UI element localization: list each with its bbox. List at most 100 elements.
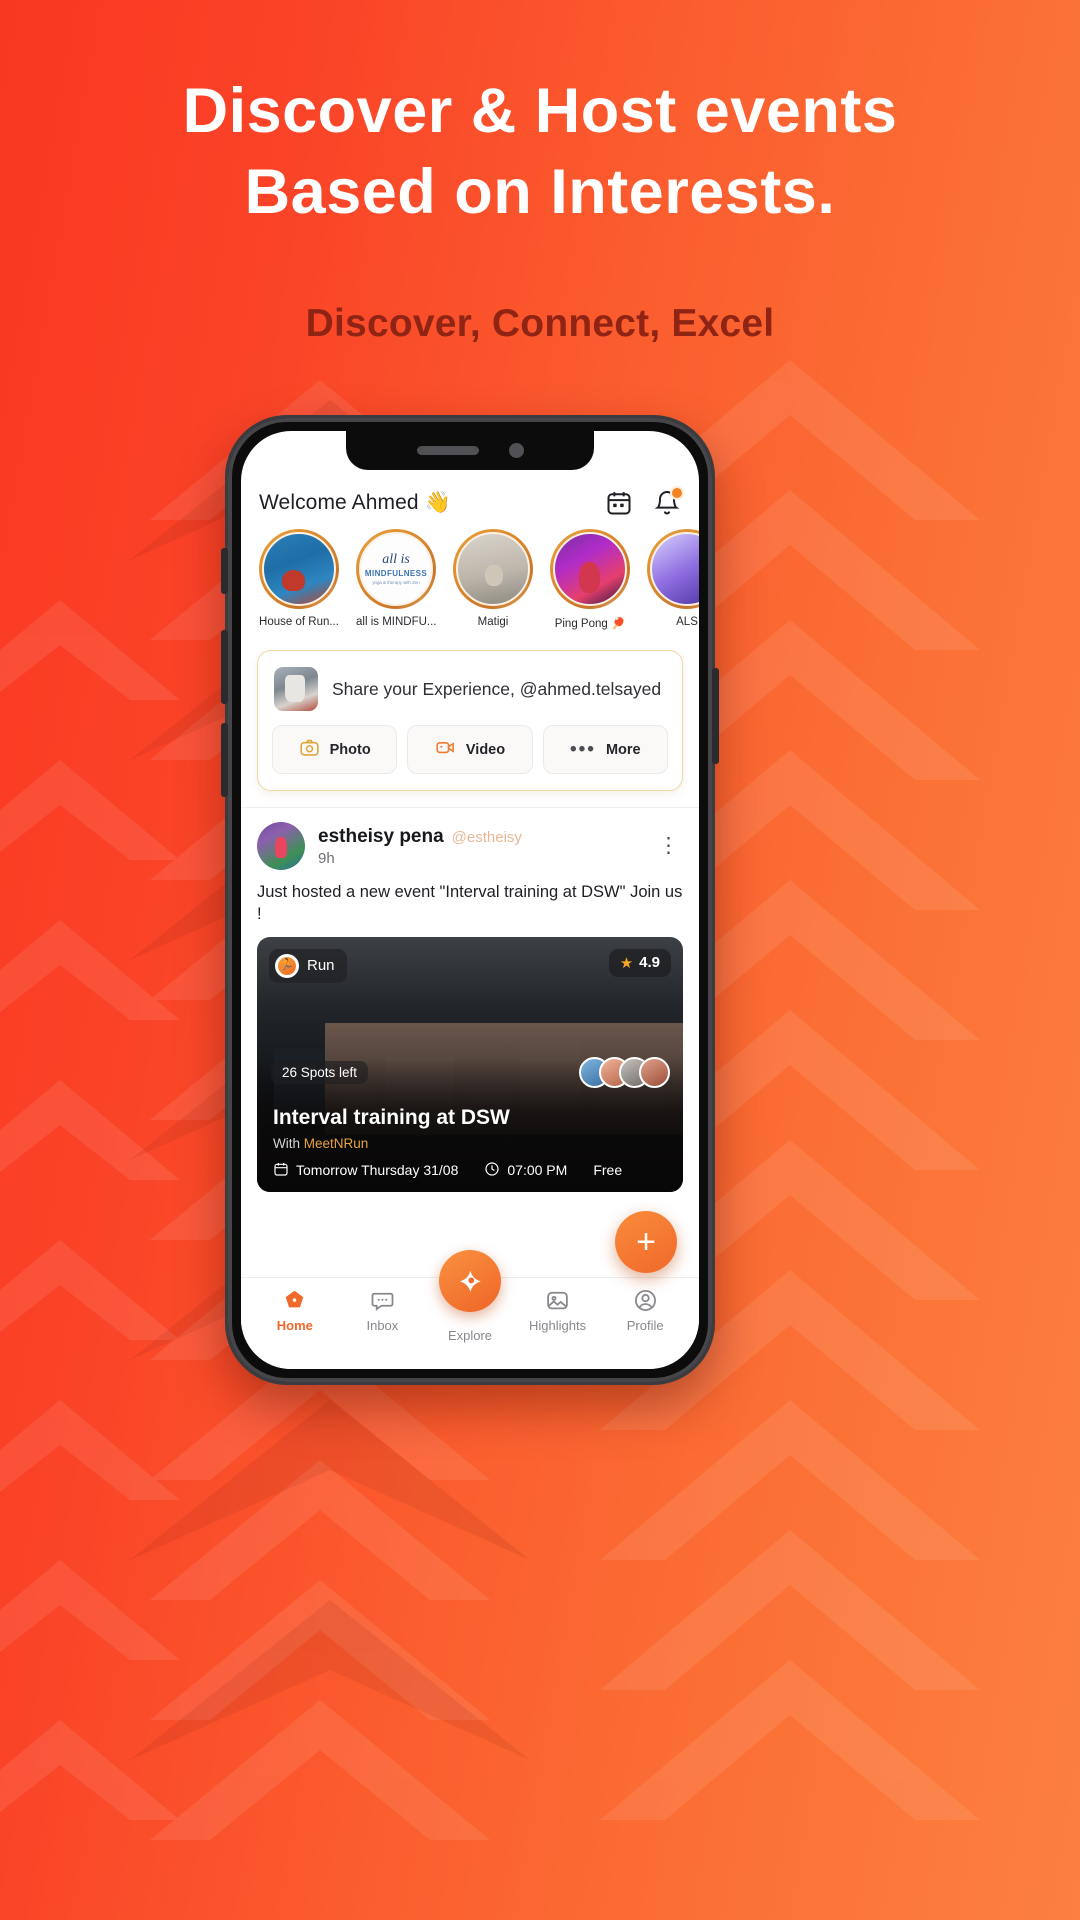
composer-card: Share your Experience, @ahmed.telsayed P… <box>257 650 683 791</box>
kebab-menu-icon[interactable]: ⋮ <box>654 835 683 855</box>
clock-icon <box>484 1161 500 1180</box>
mindfulness-logo-line3: yoga & therapy with Zen <box>372 580 420 585</box>
tab-explore-label: Explore <box>447 1328 493 1343</box>
front-camera <box>508 443 524 458</box>
story-label: ALS <box>676 616 698 628</box>
runner-icon: 🏃 <box>275 953 299 978</box>
tab-inbox[interactable]: Inbox <box>339 1288 427 1343</box>
event-rating-badge: ★ 4.9 <box>608 948 671 977</box>
matigi-avatar <box>456 532 530 606</box>
phone-mute-switch <box>221 548 228 594</box>
event-rating-value: 4.9 <box>639 954 660 972</box>
post-author-row: estheisy pena @estheisy <box>318 826 641 848</box>
stories-row[interactable]: House of Run... all is MINDFULNESS yoga … <box>241 523 699 640</box>
event-time: 07:00 PM <box>484 1161 567 1180</box>
story-ring <box>647 529 699 609</box>
bell-icon[interactable] <box>653 486 684 517</box>
event-details: Interval training at DSW With MeetNRun T… <box>273 1106 667 1180</box>
story-label: Matigi <box>477 616 509 628</box>
composer-prompt-row[interactable]: Share your Experience, @ahmed.telsayed <box>258 651 682 725</box>
mindfulness-logo-line2: MINDFULNESS <box>364 569 428 578</box>
headline-line-1: Discover & Host events <box>182 76 898 146</box>
phone-volume-up-button <box>221 630 228 704</box>
event-time-label: 07:00 PM <box>507 1162 568 1179</box>
story-ring <box>259 529 339 609</box>
tab-profile[interactable]: Profile <box>601 1288 689 1343</box>
story-item[interactable]: all is MINDFULNESS yoga & therapy with Z… <box>356 529 437 630</box>
video-label: Video <box>465 741 506 758</box>
promo-copy: Discover & Host events Based on Interest… <box>0 80 1080 346</box>
bottom-navigation: Home Inbox Explore Highlights Profile <box>241 1250 699 1369</box>
als-avatar <box>650 532 699 606</box>
app-header: Welcome Ahmed 👋 <box>241 477 699 523</box>
event-organizer-row: With MeetNRun <box>273 1136 667 1151</box>
tab-highlights[interactable]: Highlights <box>514 1288 602 1343</box>
post-author-handle[interactable]: @estheisy <box>452 829 522 846</box>
story-item[interactable]: ALS <box>647 529 699 630</box>
event-date-label: Tomorrow Thursday 31/08 <box>296 1162 459 1179</box>
story-item[interactable]: Matigi <box>453 529 533 630</box>
event-category-badge: 🏃 Run <box>269 948 347 983</box>
photo-label: Photo <box>329 741 371 758</box>
tab-highlights-label: Highlights <box>529 1318 587 1333</box>
post-timestamp: 9h <box>318 849 335 867</box>
composer-placeholder: Share your Experience, @ahmed.telsayed <box>332 678 662 699</box>
phone-notch <box>346 431 594 470</box>
more-button[interactable]: ••• More <box>542 725 668 774</box>
story-item[interactable]: House of Run... <box>259 529 339 630</box>
composer-section: Share your Experience, @ahmed.telsayed P… <box>241 640 699 807</box>
avatar[interactable] <box>257 822 305 870</box>
tab-profile-label: Profile <box>626 1318 664 1333</box>
event-organizer-name[interactable]: MeetNRun <box>304 1136 369 1151</box>
notification-badge <box>670 486 684 500</box>
story-ring <box>550 529 630 609</box>
story-label: Ping Pong 🏓 <box>554 618 626 630</box>
page-title: Discover & Host events Based on Interest… <box>0 80 1080 224</box>
calendar-icon[interactable] <box>605 489 633 517</box>
all-is-mindfulness-avatar: all is MINDFULNESS yoga & therapy with Z… <box>359 532 433 606</box>
create-button[interactable]: + <box>615 1211 677 1273</box>
post-header: estheisy pena @estheisy 9h ⋮ <box>257 822 683 870</box>
story-label: all is MINDFU... <box>356 616 437 628</box>
post-body: Just hosted a new event "Interval traini… <box>257 883 683 923</box>
event-meta-row: Tomorrow Thursday 31/08 07:00 PM Free <box>273 1161 667 1180</box>
phone-power-button <box>712 668 719 764</box>
story-item[interactable]: Ping Pong 🏓 <box>550 529 630 630</box>
photo-button[interactable]: Photo <box>272 725 398 774</box>
promo-subtitle: Discover, Connect, Excel <box>305 302 775 345</box>
mindfulness-logo-line1: all is <box>382 552 410 567</box>
video-icon <box>435 737 456 762</box>
event-date: Tomorrow Thursday 31/08 <box>273 1161 458 1180</box>
post-author-name[interactable]: estheisy pena <box>318 826 444 848</box>
more-label: More <box>605 741 641 758</box>
post-author-block: estheisy pena @estheisy 9h <box>318 826 641 867</box>
story-label: House of Run... <box>259 616 339 628</box>
welcome-greeting: Welcome Ahmed 👋 <box>259 491 451 514</box>
event-spots-badge: 26 Spots left <box>271 1060 369 1084</box>
camera-icon <box>299 737 320 762</box>
earpiece-speaker <box>416 446 479 455</box>
app-top-section: Welcome Ahmed 👋 House of Run... all is M… <box>241 431 699 807</box>
avatar <box>639 1056 670 1088</box>
phone-volume-down-button <box>221 723 228 797</box>
video-button[interactable]: Video <box>407 725 533 774</box>
compass-icon[interactable] <box>439 1250 501 1312</box>
event-category-label: Run <box>307 957 335 975</box>
story-ring <box>453 529 533 609</box>
phone-mockup: Welcome Ahmed 👋 House of Run... all is M… <box>221 415 719 1385</box>
story-ring: all is MINDFULNESS yoga & therapy with Z… <box>356 529 436 609</box>
app-header-actions <box>605 486 684 517</box>
feed-post: estheisy pena @estheisy 9h ⋮ Just hosted… <box>241 807 699 1192</box>
tab-home[interactable]: Home <box>251 1288 339 1343</box>
avatar <box>274 667 318 711</box>
star-icon: ★ <box>619 954 634 972</box>
event-attendee-avatars[interactable] <box>579 1056 670 1088</box>
phone-screen: Welcome Ahmed 👋 House of Run... all is M… <box>241 431 699 1369</box>
ellipsis-icon: ••• <box>570 738 596 760</box>
house-of-run-avatar <box>262 532 336 606</box>
event-title: Interval training at DSW <box>273 1105 510 1129</box>
tab-inbox-label: Inbox <box>366 1318 399 1333</box>
tab-home-label: Home <box>276 1318 313 1333</box>
composer-actions: Photo Video ••• More <box>258 725 682 790</box>
event-card[interactable]: 🏃 Run ★ 4.9 26 Spots left Interval train… <box>257 936 683 1192</box>
